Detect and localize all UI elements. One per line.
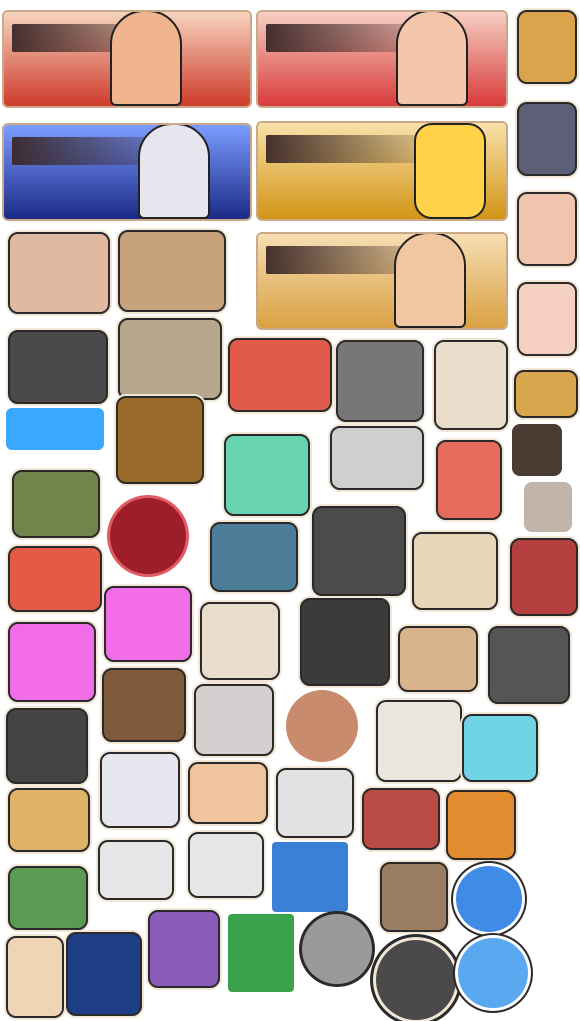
banner-ghost-blue — [4, 125, 250, 219]
banner-woman-redstairs — [258, 12, 506, 106]
megaphone-icon — [376, 700, 462, 782]
banner-gold-pickaxe — [258, 123, 506, 219]
gift-box-icon — [446, 790, 516, 860]
gold-emblem-icon — [66, 932, 142, 1016]
radio-icon — [330, 426, 424, 490]
old-man-icon — [398, 626, 478, 692]
gift-hourglass-icon — [8, 546, 102, 612]
armored-car-icon — [118, 318, 222, 400]
trophy-star-icon — [412, 532, 498, 610]
banner-explorer — [258, 234, 506, 328]
ghost-girl-icon — [100, 752, 180, 828]
machine-guns-icon — [6, 708, 88, 784]
skull-bubble-icon — [110, 498, 186, 574]
young-man-icon — [188, 762, 268, 824]
gem-chest-icon — [148, 910, 220, 988]
chat-icon[interactable] — [458, 938, 528, 1008]
green-haired-icon — [8, 866, 88, 930]
brush-stroke-icon — [6, 408, 104, 450]
ghost-icon — [194, 684, 274, 756]
gems-gift-icon — [436, 440, 502, 520]
angry-man-icon — [8, 788, 90, 852]
woman-glasses-icon — [517, 282, 577, 356]
robot-head-icon — [517, 102, 577, 176]
shield-guns-icon — [312, 506, 406, 596]
green-swatch-icon — [228, 914, 294, 992]
anime-girl-icon — [462, 714, 538, 782]
girl-icon — [224, 434, 310, 516]
grey-bubble-icon — [524, 482, 572, 532]
mail-icon — [514, 370, 578, 418]
woman-portrait-icon — [517, 192, 577, 266]
panda-icon — [98, 840, 174, 900]
handshake-icon — [6, 936, 64, 1018]
sheriff-badge-icon — [488, 626, 570, 704]
cowboy-icon — [102, 668, 186, 742]
punk-girl-icon — [104, 586, 192, 662]
poster-icon — [200, 602, 280, 680]
hooded-man-icon — [380, 862, 448, 932]
blue-swatch-icon — [272, 842, 348, 912]
crate-icon — [8, 330, 108, 404]
fist-icon — [434, 340, 508, 430]
taxi-icon[interactable] — [116, 396, 204, 484]
speech-bubble-icon — [512, 424, 562, 476]
banner-mechanic — [4, 12, 250, 106]
sprite-sheet — [0, 0, 580, 1021]
tent-icon[interactable] — [300, 598, 390, 686]
treasure-chest-icon — [517, 10, 577, 84]
dark-circle-icon — [376, 940, 456, 1020]
flag-icon — [228, 338, 332, 412]
compass-icon — [286, 690, 358, 762]
shark-girl-icon — [210, 522, 298, 592]
backpack-icon — [336, 340, 424, 422]
hockey-mask-icon — [276, 768, 354, 838]
share-icon[interactable] — [456, 866, 522, 932]
red-hair-icon — [362, 788, 440, 850]
map-icon — [8, 232, 110, 314]
panda-2-icon — [188, 832, 264, 898]
gear-icon — [302, 914, 372, 984]
gatling-car-icon — [12, 470, 100, 538]
claw-icon — [510, 538, 578, 616]
punk-girl-2-icon — [8, 622, 96, 702]
sheriff-icon — [118, 230, 226, 312]
